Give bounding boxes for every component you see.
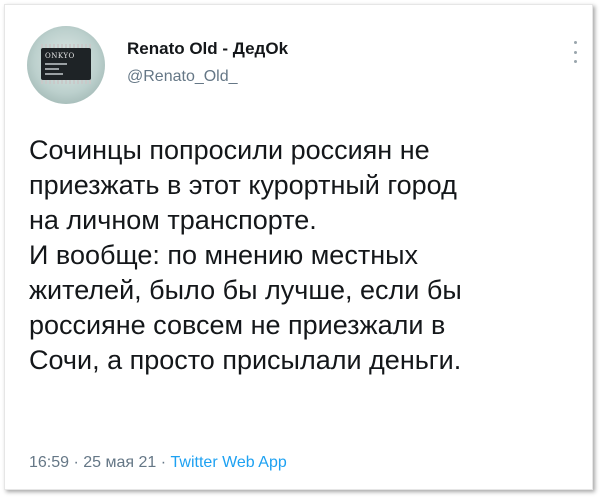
tweet-source-link[interactable]: Twitter Web App [171,454,287,471]
avatar-chip-pins [41,80,91,84]
tweet-line: россияне совсем не приезжали в [29,310,446,340]
avatar-chip-marking [45,63,67,65]
more-vertical-icon[interactable] [573,41,577,63]
meta-separator: · [69,454,84,471]
tweet-card: ONKYO Renato Old - ДедOk @Renato_Old_ Со… [4,4,593,490]
avatar-chip: ONKYO [41,48,91,80]
more-dot [573,60,577,63]
tweet-text: Сочинцы попросили россиян не приезжать в… [29,133,589,378]
avatar-chip-brand: ONKYO [45,52,75,60]
more-dot [573,41,577,44]
more-dot [573,50,577,54]
tweet-line: приезжать в этот курортный город [29,170,457,200]
tweet-line: Сочинцы попросили россиян не [29,135,430,165]
tweet-meta: 16:59 · 25 мая 21 · Twitter Web App [29,454,287,472]
avatar-chip-marking [45,73,63,75]
avatar[interactable]: ONKYO [27,26,105,104]
tweet-time[interactable]: 16:59 [29,454,69,471]
avatar-chip-marking [45,68,59,70]
tweet-line: жителей, было бы лучше, если бы [29,275,462,305]
tweet-line: на личном транспорте. [29,205,317,235]
tweet-line: И вообще: по мнению местных [29,240,419,270]
author-name[interactable]: Renato Old - ДедOk [127,39,288,59]
meta-separator: · [156,454,171,471]
author-handle[interactable]: @Renato_Old_ [127,68,238,86]
tweet-date[interactable]: 25 мая 21 [83,454,156,471]
tweet-line: Сочи, а просто присылали деньги. [29,345,462,375]
